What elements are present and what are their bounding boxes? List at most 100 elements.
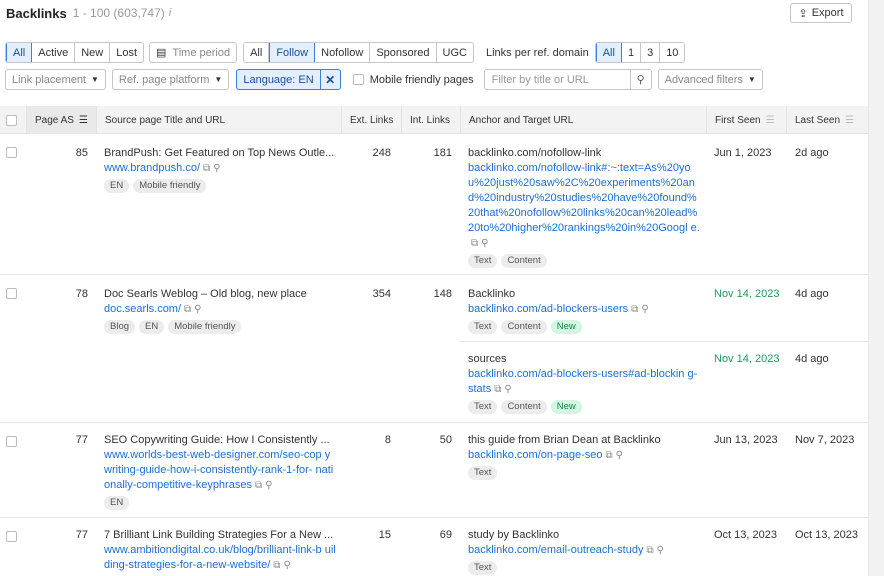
external-link-icon[interactable]: ⧉ [184,304,191,315]
tag: Mobile friendly [168,320,242,334]
title-url-search: Filter by title or URL ⚲ [483,69,652,90]
table-row: 77 7 Brilliant Link Building Strategies … [0,518,868,576]
search-icon[interactable]: ⚲ [194,304,201,315]
lpd-1[interactable]: 1 [621,43,642,62]
anchor-text: sources [468,353,507,365]
external-link-icon[interactable]: ⧉ [494,384,501,395]
search-icon[interactable]: ⚲ [657,545,664,556]
anchor-cell: this guide from Brian Dean at Backlinko … [468,433,700,480]
tab-all[interactable]: All [6,43,33,62]
col-first-seen[interactable]: First Seen ☰ [706,106,786,134]
search-icon[interactable]: ⚲ [504,384,511,395]
tag: Text [468,466,498,480]
calendar-icon: ▤ [156,47,167,59]
source-cell: SEO Copywriting Guide: How I Consistentl… [104,433,336,510]
external-link-icon[interactable]: ⧉ [606,450,613,461]
col-ext-links[interactable]: Ext. Links [341,106,401,134]
follow-follow[interactable]: Follow [269,43,316,62]
last-seen-value: 2d ago [795,147,829,159]
search-icon[interactable]: ⚲ [283,560,290,571]
last-seen-value: 4d ago [795,353,829,365]
sort-icon: ☰ [78,114,88,126]
filters-row-2: Link placement ▼ Ref. page platform ▼ La… [5,69,763,90]
row-checkbox[interactable] [6,288,17,299]
source-url[interactable]: www.ambitiondigital.co.uk/blog/brilliant… [104,544,336,571]
external-link-icon[interactable]: ⧉ [471,238,478,249]
target-url[interactable]: backlinko.com/on-page-seo [468,449,603,461]
type-tabs: All Active New Lost [5,42,145,63]
first-seen-value: Nov 14, 2023 [714,353,780,365]
int-links-value: 181 [433,147,452,159]
col-int-links[interactable]: Int. Links [401,106,460,134]
target-url[interactable]: backlinko.com/ad-blockers-users#ad-block… [468,368,697,395]
language-filter-label: Language: EN [243,73,314,86]
row-checkbox[interactable] [6,436,17,447]
scrollbar[interactable] [868,0,884,576]
tag: Content [501,254,547,268]
tab-active[interactable]: Active [32,43,76,62]
ext-links-value: 248 [372,147,391,159]
row-checkbox[interactable] [6,531,17,542]
tag: Content [501,400,547,414]
int-links-value: 69 [439,529,452,541]
page-as-value: 85 [75,147,88,159]
external-link-icon[interactable]: ⧉ [203,163,210,174]
search-icon[interactable]: ⚲ [616,450,623,461]
follow-tabs: All Follow Nofollow Sponsored UGC [243,42,474,63]
search-icon[interactable]: ⚲ [265,480,272,491]
lpd-3[interactable]: 3 [641,43,661,62]
follow-all[interactable]: All [244,43,270,62]
info-icon[interactable]: i [169,7,171,19]
anchor-cell: sources backlinko.com/ad-blockers-users#… [468,352,700,414]
first-seen-value: Jun 13, 2023 [714,434,778,446]
source-url[interactable]: www.brandpush.co/ [104,162,200,174]
search-icon[interactable]: ⚲ [481,238,488,249]
source-url[interactable]: doc.searls.com/ [104,303,181,315]
last-seen-value: 4d ago [795,288,829,300]
search-input[interactable]: Filter by title or URL [483,69,630,90]
source-cell: BrandPush: Get Featured on Top News Outl… [104,146,338,193]
lpd-all[interactable]: All [595,43,622,62]
search-icon[interactable]: ⚲ [213,163,220,174]
export-button[interactable]: ⇪ Export [790,3,852,23]
int-links-value: 50 [439,434,452,446]
lpd-10[interactable]: 10 [660,43,685,62]
tab-new[interactable]: New [75,43,111,62]
target-url[interactable]: backlinko.com/nofollow-link#:~:text=As%2… [468,162,700,234]
export-label: Export [811,7,844,19]
col-page-as[interactable]: Page AS ☰ [26,106,96,134]
close-icon[interactable]: ✕ [319,70,340,89]
tag: EN [139,320,165,334]
col-last-seen[interactable]: Last Seen ☰ [786,106,868,134]
follow-ugc[interactable]: UGC [436,43,473,62]
language-filter-chip[interactable]: Language: EN ✕ [236,69,341,90]
table-row: 85 BrandPush: Get Featured on Top News O… [0,134,868,275]
external-link-icon[interactable]: ⧉ [255,480,262,491]
external-link-icon[interactable]: ⧉ [646,545,653,556]
advanced-filters-dropdown[interactable]: Advanced filters ▼ [657,69,763,90]
table-row: 77 SEO Copywriting Guide: How I Consiste… [0,423,868,518]
search-icon[interactable]: ⚲ [641,304,648,315]
source-url[interactable]: www.worlds-best-web-designer.com/seo-cop… [104,449,333,491]
time-period-button[interactable]: ▤ Time period [149,42,238,63]
row-checkbox[interactable] [6,147,17,158]
anchor-cell: Backlinko backlinko.com/ad-blockers-user… [468,287,700,334]
tab-lost[interactable]: Lost [110,43,144,62]
select-all-checkbox[interactable] [6,114,17,126]
ref-page-platform-dropdown[interactable]: Ref. page platform ▼ [111,69,230,90]
anchor-text: backlinko.com/nofollow-link [468,147,602,159]
target-url[interactable]: backlinko.com/ad-blockers-users [468,303,628,315]
link-placement-dropdown[interactable]: Link placement ▼ [5,69,106,90]
tag: Text [468,561,498,575]
page-as-value: 77 [75,434,88,446]
follow-sponsored[interactable]: Sponsored [370,43,437,62]
source-title: 7 Brilliant Link Building Strategies For… [104,529,334,541]
header: Backlinks 1 - 100 (603,747) i [6,2,171,24]
mobile-friendly-checkbox[interactable] [352,74,364,85]
page-title: Backlinks [6,5,67,21]
external-link-icon[interactable]: ⧉ [273,560,280,571]
target-url[interactable]: backlinko.com/email-outreach-study [468,544,643,556]
search-icon[interactable]: ⚲ [629,69,652,90]
external-link-icon[interactable]: ⧉ [631,304,638,315]
follow-nofollow[interactable]: Nofollow [315,43,371,62]
